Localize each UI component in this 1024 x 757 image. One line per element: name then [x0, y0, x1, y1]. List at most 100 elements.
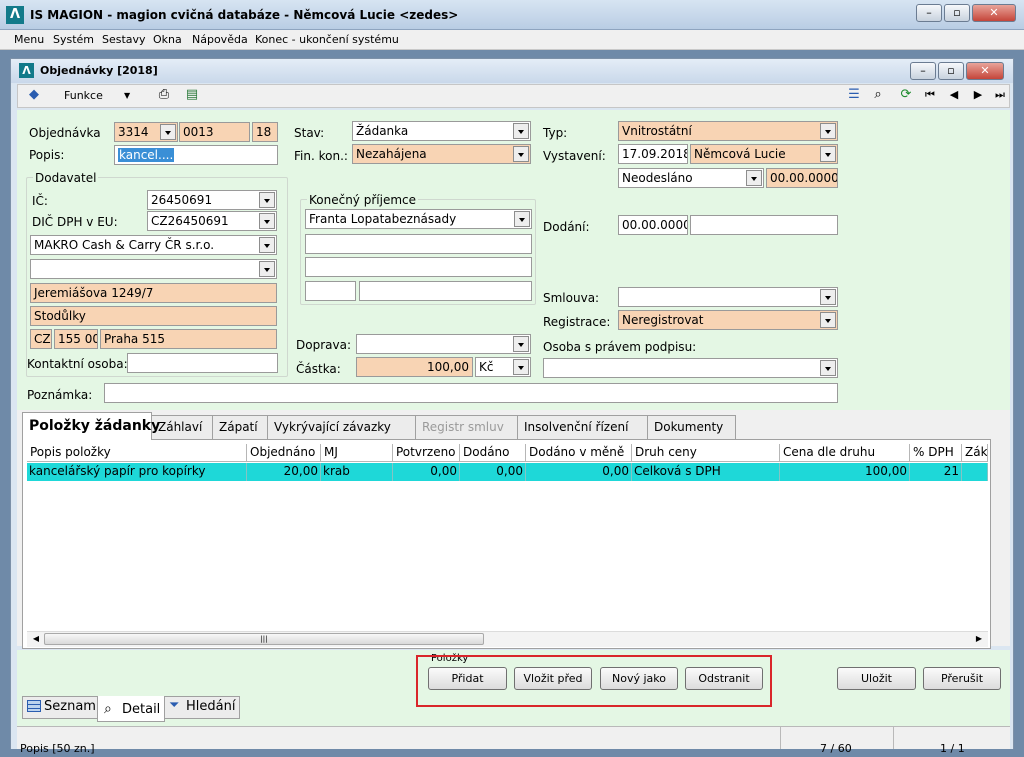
chevron-down-icon[interactable]: [820, 360, 836, 376]
app-close-button[interactable]: ✕: [972, 4, 1016, 22]
chevron-down-icon[interactable]: [259, 237, 275, 253]
prev-record-icon[interactable]: ◀: [946, 87, 962, 103]
tab-zahlavi[interactable]: Záhlaví: [151, 415, 213, 439]
funkce-chevron-down-icon[interactable]: ▼: [124, 88, 130, 104]
scroll-left-icon[interactable]: ◀: [29, 633, 43, 645]
supplier-name2-select[interactable]: [30, 259, 277, 279]
country-field[interactable]: CZ: [30, 329, 52, 349]
street-field[interactable]: Jeremiášova 1249/7: [30, 283, 277, 303]
chevron-down-icon[interactable]: [820, 289, 836, 305]
window-restore-button[interactable]: ▫: [938, 62, 964, 80]
col-druh-ceny[interactable]: Druh ceny: [632, 444, 780, 462]
odeslani-date-field[interactable]: 00.00.0000: [766, 168, 838, 188]
kontakt-input[interactable]: [127, 353, 278, 373]
col-dodano-v-mene[interactable]: Dodáno v měně: [526, 444, 632, 462]
scroll-thumb[interactable]: |||: [44, 633, 484, 645]
chevron-down-icon[interactable]: [259, 192, 275, 208]
vystavil-select[interactable]: Němcová Lucie: [690, 144, 838, 164]
ulozit-button[interactable]: Uložit: [837, 667, 916, 690]
col-objednano[interactable]: Objednáno: [247, 444, 321, 462]
typ-select[interactable]: Vnitrostátní: [618, 121, 838, 141]
order-number-select[interactable]: 3314: [114, 122, 178, 142]
next-record-icon[interactable]: ▶: [970, 87, 986, 103]
chevron-down-icon[interactable]: [513, 359, 529, 375]
print-icon[interactable]: ⎙: [156, 87, 172, 103]
col-zak[interactable]: Zák: [962, 444, 988, 462]
poznamka-input[interactable]: [104, 383, 838, 403]
scroll-right-icon[interactable]: ▶: [972, 633, 986, 645]
osoba-select[interactable]: [543, 358, 838, 378]
first-record-icon[interactable]: ⏮: [922, 87, 938, 103]
menu-okna[interactable]: Okna: [153, 33, 182, 47]
castka-field[interactable]: 100,00: [356, 357, 473, 377]
col-dodano[interactable]: Dodáno: [460, 444, 526, 462]
tab-insolvencni-rizeni[interactable]: Insolvenční řízení: [517, 415, 648, 439]
dodani-text-field[interactable]: [690, 215, 838, 235]
col-cena-dle-druhu[interactable]: Cena dle druhu: [780, 444, 910, 462]
chevron-down-icon[interactable]: [513, 336, 529, 352]
prijemce-select[interactable]: Franta Lopatabeznásady: [305, 209, 532, 229]
supplier-name-select[interactable]: MAKRO Cash & Carry ČR s.r.o.: [30, 235, 277, 255]
chevron-down-icon[interactable]: [746, 170, 762, 186]
zip-field[interactable]: 155 00: [54, 329, 98, 349]
chevron-down-icon[interactable]: [160, 124, 176, 140]
prijemce-value: Franta Lopatabeznásady: [309, 212, 457, 226]
chevron-down-icon[interactable]: [820, 312, 836, 328]
prijemce-line3[interactable]: [305, 257, 532, 277]
dodani-date-field[interactable]: 00.00.0000: [618, 215, 688, 235]
list-view-icon[interactable]: ☰: [846, 87, 862, 103]
district-field[interactable]: Stodůlky: [30, 306, 277, 326]
tools-icon[interactable]: ◆: [26, 87, 42, 103]
col-potvrzeno[interactable]: Potvrzeno: [393, 444, 460, 462]
chevron-down-icon[interactable]: [259, 261, 275, 277]
mena-select[interactable]: Kč: [475, 357, 531, 377]
odeslani-select[interactable]: Neodesláno: [618, 168, 764, 188]
tab-vykryvajici-zavazky[interactable]: Vykrývající závazky: [267, 415, 416, 439]
chevron-down-icon[interactable]: [820, 146, 836, 162]
col-dph[interactable]: % DPH: [910, 444, 962, 462]
chevron-down-icon[interactable]: [513, 146, 529, 162]
document-icon[interactable]: ▤: [184, 87, 200, 103]
doprava-select[interactable]: [356, 334, 531, 354]
funkce-menu-button[interactable]: Funkce: [64, 88, 103, 104]
col-mj[interactable]: MJ: [321, 444, 393, 462]
prerusit-button[interactable]: Přerušit: [923, 667, 1001, 690]
col-popis-polozky[interactable]: Popis položky: [27, 444, 247, 462]
registrace-select[interactable]: Neregistrovat: [618, 310, 838, 330]
menu-napoveda[interactable]: Nápověda: [192, 33, 248, 47]
stav-select[interactable]: Žádanka: [352, 121, 531, 141]
zoom-icon[interactable]: ⌕: [870, 87, 886, 103]
window-close-button[interactable]: ✕: [966, 62, 1004, 80]
prijemce-city[interactable]: [359, 281, 532, 301]
menu-sestavy[interactable]: Sestavy: [102, 33, 146, 47]
menu-konec[interactable]: Konec - ukončení systému: [255, 33, 399, 47]
menu-menu[interactable]: Menu: [14, 33, 44, 47]
order-series-field[interactable]: 0013: [179, 122, 250, 142]
chevron-down-icon[interactable]: [820, 123, 836, 139]
app-minimize-button[interactable]: –: [916, 4, 942, 22]
popis-input[interactable]: kancel....: [114, 145, 278, 165]
dic-select[interactable]: CZ26450691: [147, 211, 277, 231]
tab-polozky-zadanky[interactable]: Položky žádanky: [22, 412, 160, 440]
order-count-field[interactable]: 18: [252, 122, 278, 142]
filter-icon: ⏷: [169, 698, 180, 713]
prijemce-line2[interactable]: [305, 234, 532, 254]
chevron-down-icon[interactable]: [513, 123, 529, 139]
smlouva-select[interactable]: [618, 287, 838, 307]
tab-dokumenty[interactable]: Dokumenty: [647, 415, 736, 439]
chevron-down-icon[interactable]: [259, 213, 275, 229]
menu-system[interactable]: Systém: [53, 33, 94, 47]
ic-select[interactable]: 26450691: [147, 190, 277, 210]
chevron-down-icon[interactable]: [514, 211, 530, 227]
prijemce-zip[interactable]: [305, 281, 356, 301]
vystaveni-date-field[interactable]: 17.09.2018: [618, 144, 688, 164]
window-minimize-button[interactable]: –: [910, 62, 936, 80]
app-restore-button[interactable]: ▫: [944, 4, 970, 22]
tab-zapati[interactable]: Zápatí: [212, 415, 268, 439]
refresh-icon[interactable]: ⟳: [898, 87, 914, 103]
finkon-select[interactable]: Nezahájena: [352, 144, 531, 164]
city-field[interactable]: Praha 515: [100, 329, 277, 349]
last-record-icon[interactable]: ⏭: [992, 87, 1008, 103]
typ-value: Vnitrostátní: [622, 124, 692, 138]
hledani-label: Hledání: [186, 699, 236, 714]
